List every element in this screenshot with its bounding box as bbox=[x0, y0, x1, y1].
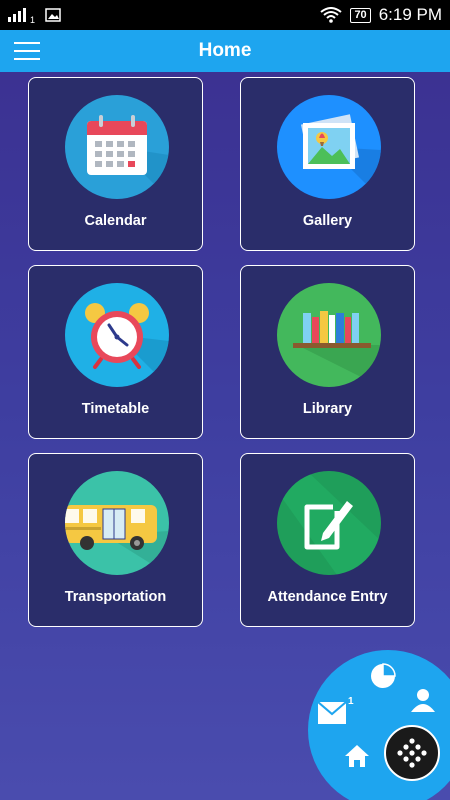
calendar-icon bbox=[65, 95, 169, 199]
fab-main-button[interactable] bbox=[384, 725, 440, 781]
cell-signal-icon bbox=[8, 8, 26, 22]
tile-transportation[interactable]: Transportation bbox=[28, 453, 203, 627]
tile-gallery[interactable]: Gallery bbox=[240, 77, 415, 251]
mail-badge: 1 bbox=[348, 696, 354, 707]
tile-label: Library bbox=[302, 401, 353, 417]
sim-slot: 1 bbox=[30, 15, 36, 25]
hamburger-menu-icon[interactable] bbox=[14, 42, 40, 60]
user-icon[interactable] bbox=[410, 688, 436, 717]
tile-label: Attendance Entry bbox=[267, 589, 388, 605]
pie-chart-icon[interactable] bbox=[369, 662, 397, 695]
tile-timetable[interactable]: Timetable bbox=[28, 265, 203, 439]
tile-calendar[interactable]: Calendar bbox=[28, 77, 203, 251]
tile-library[interactable]: Library bbox=[240, 265, 415, 439]
tile-attendance-entry[interactable]: Attendance Entry bbox=[240, 453, 415, 627]
home-icon[interactable] bbox=[344, 744, 370, 773]
status-bar: 1 70 6:19 PM bbox=[0, 0, 450, 30]
tile-label: Calendar bbox=[84, 213, 147, 229]
bookshelf-icon bbox=[277, 283, 381, 387]
edit-icon bbox=[277, 471, 381, 575]
clock: 6:19 PM bbox=[378, 5, 442, 24]
grid-dots-icon bbox=[397, 738, 427, 768]
school-bus-icon bbox=[65, 471, 169, 575]
app-bar: Home bbox=[0, 30, 450, 72]
battery-indicator: 70 bbox=[350, 7, 371, 23]
tile-label: Timetable bbox=[81, 401, 150, 417]
mail-icon[interactable] bbox=[317, 701, 347, 729]
tile-label: Transportation bbox=[64, 589, 167, 605]
image-notification-icon bbox=[45, 8, 61, 22]
tile-label: Gallery bbox=[302, 213, 353, 229]
gallery-icon bbox=[277, 95, 381, 199]
alarm-clock-icon bbox=[65, 283, 169, 387]
wifi-icon bbox=[320, 7, 343, 23]
page-title: Home bbox=[198, 40, 252, 61]
